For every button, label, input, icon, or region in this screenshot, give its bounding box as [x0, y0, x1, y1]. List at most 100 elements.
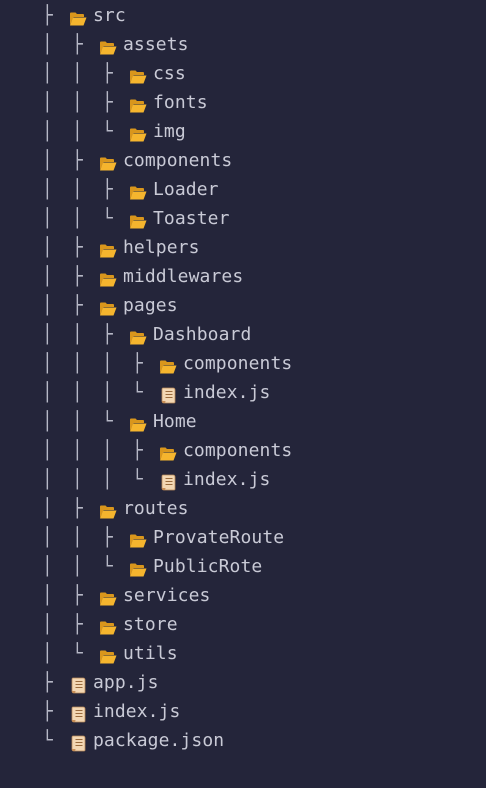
tree-guide-line: │: [42, 411, 53, 432]
tree-file-row[interactable]: └ package.json: [0, 726, 486, 755]
tree-guide-line: │: [72, 382, 83, 403]
tree-guide-line: │: [42, 237, 53, 258]
tree-guide-line: │: [42, 34, 53, 55]
file-name: app.js: [93, 672, 159, 693]
file-tree: ├ src │ ├ assets │ │ ├ css │ │ ├ fonts │ │ └ img │ ├ compon…: [0, 0, 486, 788]
tree-guide-line: │: [42, 556, 53, 577]
folder-name: routes: [123, 498, 189, 519]
tree-guide-line: │: [72, 179, 83, 200]
tree-guide-line: │: [72, 411, 83, 432]
open-folder-icon: [99, 616, 117, 635]
tree-folder-row[interactable]: │ └ utils: [0, 639, 486, 668]
tree-folder-row[interactable]: │ │ └ Home: [0, 407, 486, 436]
tree-folder-row[interactable]: │ │ └ PublicRote: [0, 552, 486, 581]
tree-guide-line: │: [72, 121, 83, 142]
tree-folder-row[interactable]: │ │ └ img: [0, 117, 486, 146]
file-name: index.js: [183, 382, 271, 403]
tree-guide-line: ├: [72, 585, 83, 606]
page-with-curl-icon: [69, 703, 87, 723]
folder-name: Loader: [153, 179, 219, 200]
tree-file-row[interactable]: │ │ │ └ index.js: [0, 378, 486, 407]
tree-folder-row[interactable]: │ │ │ ├ components: [0, 436, 486, 465]
tree-guide-line: └: [72, 643, 83, 664]
tree-guide-line: │: [42, 382, 53, 403]
tree-guide-line: │: [42, 179, 53, 200]
tree-folder-row[interactable]: │ ├ helpers: [0, 233, 486, 262]
open-folder-icon: [99, 645, 117, 664]
tree-guide-line: │: [42, 150, 53, 171]
tree-folder-row[interactable]: │ ├ routes: [0, 494, 486, 523]
page-with-curl-icon: [69, 732, 87, 752]
tree-guide-line: └: [132, 469, 143, 490]
tree-guide-line: └: [42, 730, 53, 751]
tree-file-row[interactable]: ├ index.js: [0, 697, 486, 726]
tree-folder-row[interactable]: │ │ ├ fonts: [0, 88, 486, 117]
tree-folder-row[interactable]: │ ├ components: [0, 146, 486, 175]
open-folder-icon: [129, 558, 147, 577]
tree-guide-line: │: [72, 556, 83, 577]
file-name: index.js: [93, 701, 181, 722]
open-folder-icon: [129, 210, 147, 229]
tree-folder-row[interactable]: │ ├ store: [0, 610, 486, 639]
open-folder-icon: [69, 7, 87, 26]
tree-guide-line: ├: [132, 440, 143, 461]
tree-guide-line: │: [42, 469, 53, 490]
tree-guide-line: │: [42, 643, 53, 664]
tree-folder-row[interactable]: │ │ │ ├ components: [0, 349, 486, 378]
open-folder-icon: [129, 529, 147, 548]
file-name: index.js: [183, 469, 271, 490]
tree-guide-line: ├: [72, 295, 83, 316]
tree-file-row[interactable]: │ │ │ └ index.js: [0, 465, 486, 494]
folder-name: fonts: [153, 92, 208, 113]
page-with-curl-icon: [159, 384, 177, 404]
tree-guide-line: │: [72, 63, 83, 84]
tree-folder-row[interactable]: │ ├ services: [0, 581, 486, 610]
folder-name: PublicRote: [153, 556, 263, 577]
folder-name: store: [123, 614, 178, 635]
tree-guide-line: └: [102, 208, 113, 229]
tree-guide-line: └: [102, 556, 113, 577]
tree-guide-line: │: [102, 440, 113, 461]
tree-folder-row[interactable]: │ ├ middlewares: [0, 262, 486, 291]
tree-folder-row[interactable]: │ │ └ Toaster: [0, 204, 486, 233]
tree-folder-row[interactable]: │ │ ├ Dashboard: [0, 320, 486, 349]
open-folder-icon: [159, 442, 177, 461]
tree-folder-row[interactable]: │ │ ├ ProvateRoute: [0, 523, 486, 552]
tree-folder-row[interactable]: │ ├ assets: [0, 30, 486, 59]
tree-guide-line: ├: [72, 266, 83, 287]
folder-name: Home: [153, 411, 197, 432]
tree-guide-line: ├: [102, 527, 113, 548]
tree-folder-row[interactable]: │ ├ pages: [0, 291, 486, 320]
folder-name: assets: [123, 34, 189, 55]
tree-guide-line: │: [72, 440, 83, 461]
tree-guide-line: │: [72, 469, 83, 490]
folder-name: middlewares: [123, 266, 244, 287]
folder-name: Dashboard: [153, 324, 252, 345]
open-folder-icon: [99, 239, 117, 258]
tree-guide-line: ├: [72, 498, 83, 519]
tree-folder-row[interactable]: │ │ ├ Loader: [0, 175, 486, 204]
tree-guide-line: │: [42, 295, 53, 316]
tree-guide-line: ├: [42, 672, 53, 693]
tree-folder-row[interactable]: ├ src: [0, 1, 486, 30]
tree-guide-line: ├: [132, 353, 143, 374]
tree-folder-row[interactable]: │ │ ├ css: [0, 59, 486, 88]
tree-guide-line: │: [72, 324, 83, 345]
tree-guide-line: │: [42, 208, 53, 229]
folder-name: components: [123, 150, 233, 171]
tree-guide-line: │: [42, 353, 53, 374]
open-folder-icon: [129, 413, 147, 432]
open-folder-icon: [129, 123, 147, 142]
tree-guide-line: ├: [72, 34, 83, 55]
tree-guide-line: ├: [42, 5, 53, 26]
open-folder-icon: [129, 65, 147, 84]
open-folder-icon: [99, 268, 117, 287]
tree-guide-line: │: [42, 614, 53, 635]
tree-guide-line: │: [42, 266, 53, 287]
open-folder-icon: [99, 500, 117, 519]
folder-name: src: [93, 5, 126, 26]
tree-file-row[interactable]: ├ app.js: [0, 668, 486, 697]
folder-name: Toaster: [153, 208, 230, 229]
folder-name: pages: [123, 295, 178, 316]
folder-name: components: [183, 440, 293, 461]
